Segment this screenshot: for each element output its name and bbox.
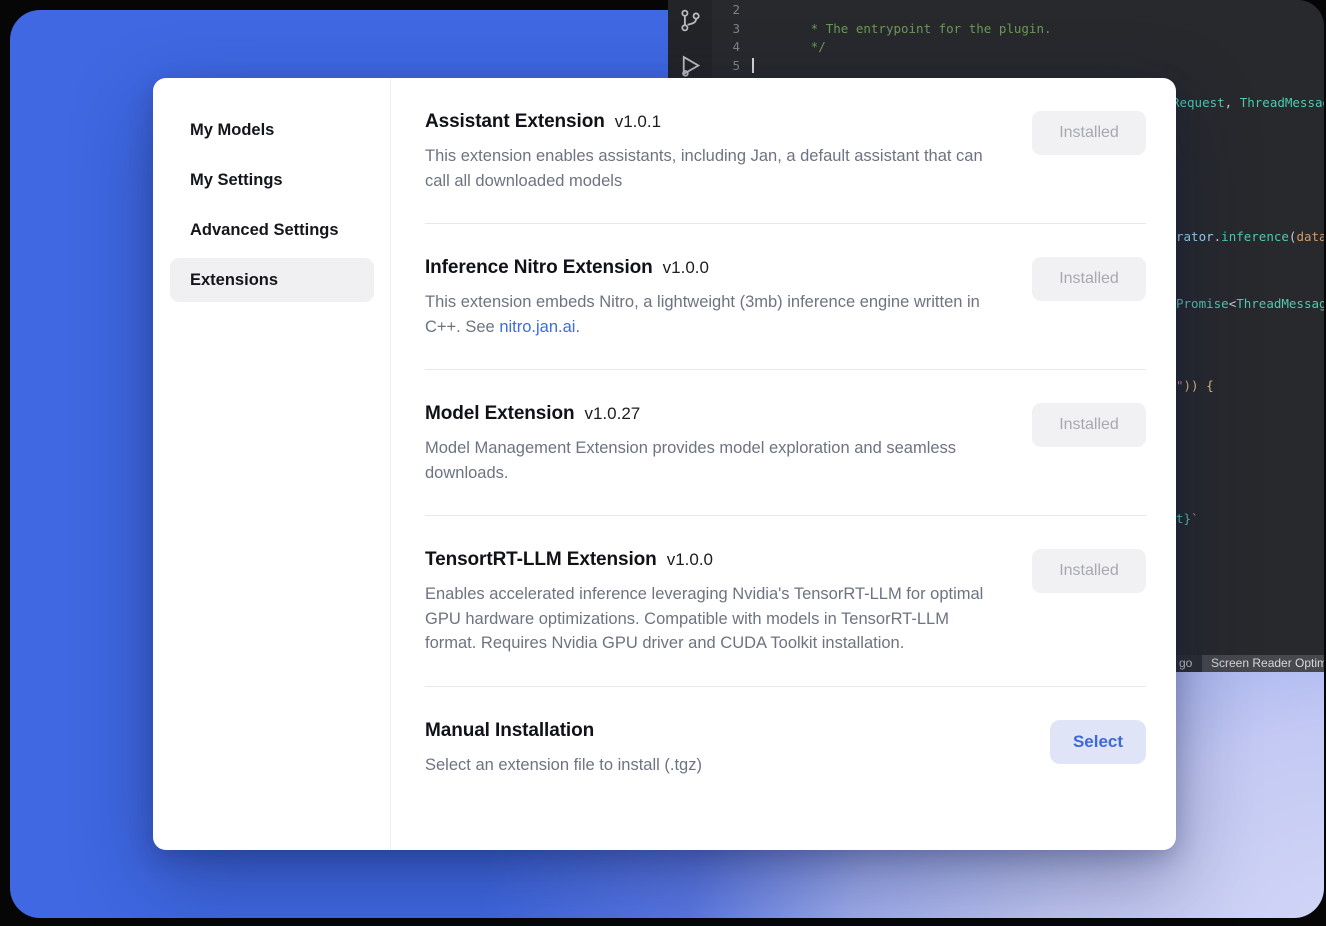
line-number: 2 [712,1,740,20]
code-fragment: t}` [1176,510,1199,529]
code-line: 2 * The entrypoint for the plugin. [668,1,1324,20]
installed-button[interactable]: Installed [1032,403,1146,447]
code-line: 5// Web / extension runtime [668,57,1324,76]
nitro-jan-ai-link[interactable]: nitro.jan.ai. [499,318,580,336]
installed-button[interactable]: Installed [1032,257,1146,301]
sidebar-item-my-settings[interactable]: My Settings [170,158,374,202]
line-number: 4 [712,38,740,57]
extension-description: Model Management Extension provides mode… [425,436,1003,485]
extension-row: Assistant Extension v1.0.1 This extensio… [425,78,1146,223]
extension-row: TensortRT-LLM Extension v1.0.0 Enables a… [425,516,1146,686]
extension-title: Model Extension [425,403,574,425]
extension-title: Inference Nitro Extension [425,257,653,279]
line-number: 5 [712,57,740,76]
installed-button[interactable]: Installed [1032,549,1146,593]
manual-installation-title: Manual Installation [425,720,594,742]
extensions-panel: Assistant Extension v1.0.1 This extensio… [391,78,1176,850]
extension-row: Model Extension v1.0.27 Model Management… [425,370,1146,515]
extension-version: v1.0.0 [663,258,709,278]
extension-description: This extension embeds Nitro, a lightweig… [425,290,1003,339]
screen-reader-status[interactable]: Screen Reader Optimized [1202,655,1324,672]
extension-version: v1.0.0 [667,550,713,570]
extension-version: v1.0.1 [615,112,661,132]
code-fragment: ")) { [1176,377,1214,396]
settings-sidebar: My Models My Settings Advanced Settings … [153,78,391,850]
status-bar-text: go [1179,655,1192,672]
code-fragment: Promise<ThreadMessage> [1176,295,1324,314]
extension-version: v1.0.27 [584,404,640,424]
sidebar-item-extensions[interactable]: Extensions [170,258,374,302]
extension-row: Inference Nitro Extension v1.0.0 This ex… [425,224,1146,369]
extension-title: TensortRT-LLM Extension [425,549,657,571]
extension-description: Enables accelerated inference leveraging… [425,582,1003,656]
code-line: 3 */ [668,20,1324,39]
installed-button[interactable]: Installed [1032,111,1146,155]
line-number: 3 [712,20,740,39]
sidebar-item-my-models[interactable]: My Models [170,108,374,152]
select-file-button[interactable]: Select [1050,720,1146,764]
settings-modal: My Models My Settings Advanced Settings … [153,78,1176,850]
manual-installation-description: Select an extension file to install (.tg… [425,753,1003,778]
sidebar-item-advanced-settings[interactable]: Advanced Settings [170,208,374,252]
text-cursor [752,58,754,73]
code-line: 4 [668,38,1324,57]
code-fragment: rator.inference(data)); [1176,228,1324,247]
manual-installation-row: Manual Installation Select an extension … [425,687,1146,808]
extension-description: This extension enables assistants, inclu… [425,144,1003,193]
extension-title: Assistant Extension [425,111,605,133]
